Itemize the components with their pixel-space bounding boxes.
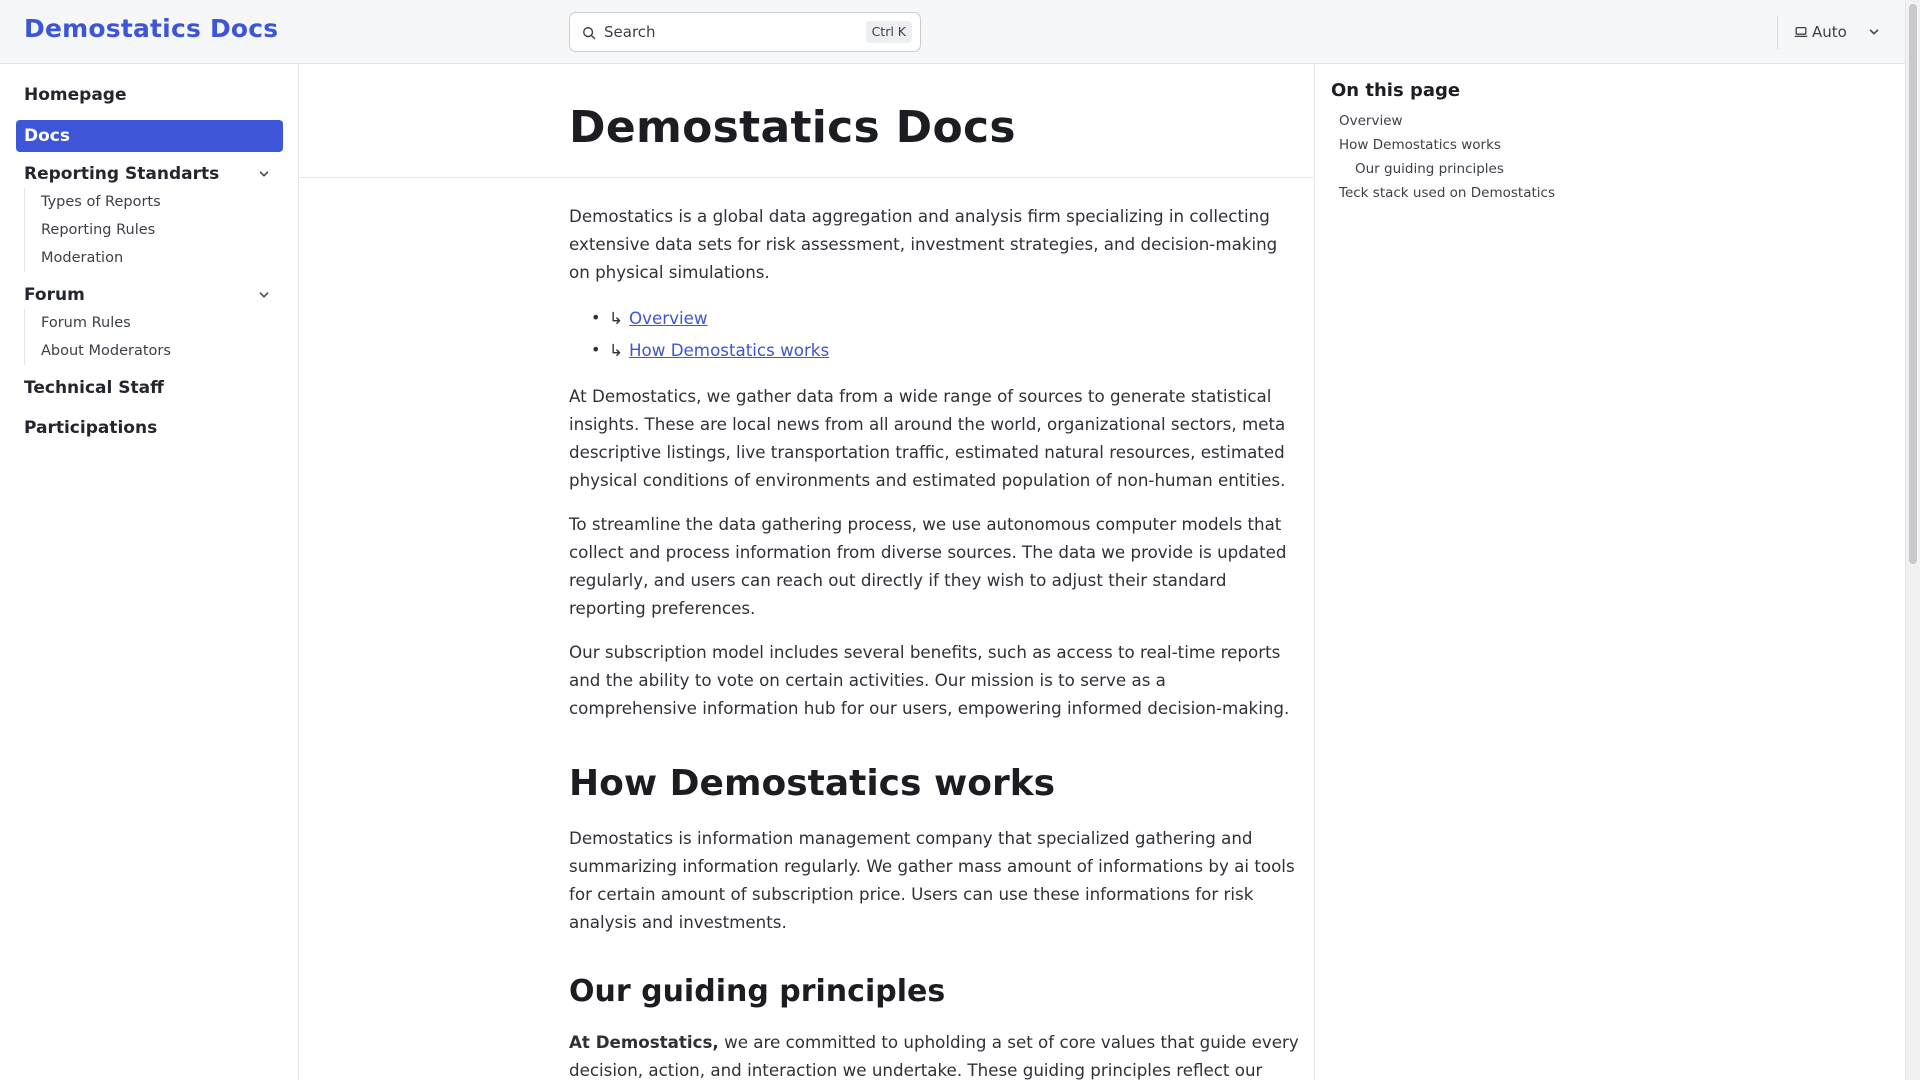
return-arrow-icon: ↳ — [609, 340, 623, 360]
on-this-page-toc: On this page Overview How Demostatics wo… — [1314, 64, 1905, 1080]
sidebar-item-forum-rules[interactable]: Forum Rules — [25, 309, 274, 337]
monitor-icon — [1794, 26, 1808, 38]
toc-item-guiding-principles[interactable]: Our guiding principles — [1355, 161, 1504, 177]
sidebar-item-label: Reporting Standarts — [24, 164, 220, 184]
sidebar-item-reporting-standarts[interactable]: Reporting Standarts — [16, 158, 283, 190]
main-content: Demostatics Docs Demostatics is a global… — [300, 64, 1313, 1080]
site-brand-link[interactable]: Demostatics Docs — [24, 14, 278, 43]
theme-selector-label: Auto — [1812, 23, 1847, 41]
sidebar-nav: Homepage Docs Reporting Standarts Types … — [0, 64, 299, 1080]
process-paragraph: To streamline the data gathering process… — [569, 514, 1287, 618]
sidebar-item-homepage[interactable]: Homepage — [16, 79, 283, 111]
scrollbar-thumb[interactable] — [1909, 4, 1917, 564]
search-shortcut-hint: Ctrl K — [865, 21, 912, 43]
sidebar-item-types-of-reports[interactable]: Types of Reports — [25, 188, 274, 216]
chevron-down-icon[interactable] — [257, 167, 271, 181]
sidebar-item-forum[interactable]: Forum — [16, 279, 283, 311]
top-header: Demostatics Docs Search Ctrl K Auto — [0, 0, 1905, 64]
sidebar-item-about-moderators[interactable]: About Moderators — [25, 337, 274, 365]
sources-paragraph: At Demostatics, we gather data from a wi… — [569, 386, 1286, 490]
page-scrollbar[interactable] — [1905, 0, 1920, 1080]
sidebar-item-technical-staff[interactable]: Technical Staff — [16, 372, 283, 404]
section-heading-guiding-principles: Our guiding principles — [569, 974, 946, 1009]
sidebar-subgroup-reporting: Types of Reports Reporting Rules Moderat… — [24, 188, 274, 272]
how-demostatics-works-link[interactable]: How Demostatics works — [629, 340, 829, 360]
list-item: ↳ How Demostatics works — [591, 334, 1299, 366]
chevron-down-icon — [1869, 29, 1879, 35]
toc-item-overview[interactable]: Overview — [1339, 113, 1403, 129]
search-box[interactable]: Search Ctrl K — [569, 12, 921, 52]
chevron-down-icon[interactable] — [257, 288, 271, 302]
principles-lead: At Demostatics, — [569, 1032, 719, 1052]
sidebar-item-participations[interactable]: Participations — [16, 412, 283, 444]
overview-link[interactable]: Overview — [629, 308, 708, 328]
subscription-paragraph: Our subscription model includes several … — [569, 642, 1290, 718]
header-divider — [1777, 16, 1778, 49]
toc-item-how-demostatics-works[interactable]: How Demostatics works — [1339, 137, 1501, 153]
intro-paragraph: Demostatics is a global data aggregation… — [569, 206, 1278, 282]
section-heading-how-it-works: How Demostatics works — [569, 763, 1056, 804]
toc-title: On this page — [1331, 80, 1461, 101]
return-arrow-icon: ↳ — [609, 308, 623, 328]
list-item: ↳ Overview — [591, 302, 1299, 334]
principles-paragraph: At Demostatics, we are committed to upho… — [569, 1028, 1299, 1080]
sidebar-item-reporting-rules[interactable]: Reporting Rules — [25, 216, 274, 244]
title-band: Demostatics Docs — [300, 64, 1313, 178]
toc-item-tech-stack[interactable]: Teck stack used on Demostatics — [1339, 185, 1555, 201]
sidebar-subgroup-forum: Forum Rules About Moderators — [24, 309, 274, 365]
sidebar-item-moderation[interactable]: Moderation — [25, 244, 274, 272]
page-title: Demostatics Docs — [569, 102, 1016, 153]
search-placeholder: Search — [604, 23, 656, 41]
article-body: Demostatics is a global data aggregation… — [569, 202, 1299, 1080]
section-link-list: ↳ Overview ↳ How Demostatics works — [591, 302, 1299, 366]
sidebar-item-docs[interactable]: Docs — [16, 120, 283, 152]
search-icon — [583, 27, 596, 40]
theme-selector[interactable]: Auto — [1794, 20, 1881, 44]
how-it-works-paragraph: Demostatics is information management co… — [569, 828, 1295, 932]
sidebar-item-label: Forum — [24, 285, 85, 305]
